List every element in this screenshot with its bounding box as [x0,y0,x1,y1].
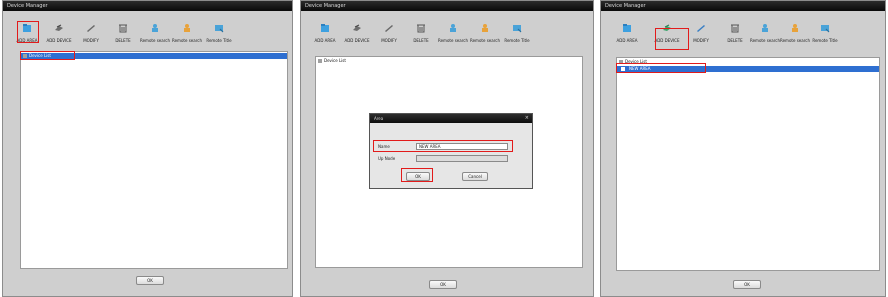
delete-button[interactable]: DELETE [407,23,435,49]
remote-title-icon [821,25,830,33]
remote-search-label: Remote search [172,38,202,43]
remote-search-icon [152,24,158,32]
up-node-field[interactable] [416,155,508,162]
ok-button[interactable]: OK [733,280,761,289]
add-device-highlight [655,28,689,50]
modify-label: MODIFY [83,38,99,43]
dialog-titlebar: Area [370,114,532,123]
toolbar: ADD AREA ADD DEVICE MODIFY DELETE Remote… [311,23,587,49]
delete-button[interactable]: DELETE [109,23,137,49]
add-device-button[interactable]: ADD DEVICE [343,23,371,49]
remote-search-button-1[interactable]: Remote search [438,23,468,49]
ok-button[interactable]: OK [429,280,457,289]
remote-search-button-2[interactable]: Remote search [172,23,202,49]
delete-icon [731,24,739,33]
modify-icon [697,25,705,32]
add-device-button[interactable]: ADD DEVICE [45,23,73,49]
remote-search-icon [184,24,190,32]
close-icon[interactable]: × [525,114,529,123]
remote-title-label: Remote Title [206,38,232,43]
up-node-label: Up Node [378,156,396,161]
remote-title-label: Remote Title [504,38,530,43]
window-titlebar: Device Manager [601,1,885,11]
remote-search-button-2[interactable]: Remote search [470,23,500,49]
remote-search-button-2[interactable]: Remote search [780,23,810,49]
delete-label: DELETE [115,38,131,43]
add-area-icon [321,24,329,32]
new-area-highlight [616,63,706,73]
dialog-cancel-button[interactable]: Cancel [462,172,488,181]
modify-icon [385,25,393,32]
remote-search-label: Remote search [470,38,500,43]
remote-title-button[interactable]: Remote Title [205,23,233,49]
modify-button[interactable]: MODIFY [375,23,403,49]
tree-folder-icon [318,59,322,63]
remote-search-icon [792,24,798,32]
remote-title-icon [215,25,224,33]
toolbar: ADD AREA ADD DEVICE MODIFY DELETE Remote… [13,23,286,49]
window-titlebar: Device Manager [3,1,292,11]
modify-label: MODIFY [381,38,397,43]
modify-button[interactable]: MODIFY [687,23,715,49]
delete-icon [417,24,425,33]
device-tree[interactable]: Device List NEW AREA [616,57,880,271]
remote-title-icon [513,25,522,33]
toolbar: ADD AREA ADD DEVICE MODIFY DELETE Remote… [611,23,879,49]
add-area-label: ADD AREA [314,38,336,43]
remote-search-button-1[interactable]: Remote search [140,23,170,49]
remote-title-button[interactable]: Remote Title [503,23,531,49]
device-manager-window-1: Device Manager ADD AREA ADD DEVICE MODIF… [2,0,293,297]
remote-title-button[interactable]: Remote Title [811,23,839,49]
name-field-highlight [373,140,513,152]
add-area-icon [623,24,631,32]
delete-button[interactable]: DELETE [721,23,749,49]
add-area-label: ADD AREA [616,38,638,43]
remote-search-icon [450,24,456,32]
window-titlebar: Device Manager [301,1,593,11]
delete-label: DELETE [413,38,429,43]
tree-item-label: Device List [324,58,346,63]
remote-search-icon [482,24,488,32]
device-list-highlight [20,51,75,60]
device-manager-window-2: Device Manager ADD AREA ADD DEVICE MODIF… [300,0,594,297]
add-area-highlight [17,21,39,43]
device-tree[interactable]: Device List [20,51,288,269]
modify-icon [87,25,95,32]
ok-button[interactable]: OK [136,276,164,285]
add-device-icon [55,24,63,31]
delete-icon [119,24,127,33]
remote-title-label: Remote Title [812,38,838,43]
modify-button[interactable]: MODIFY [77,23,105,49]
add-device-icon [353,24,361,31]
device-manager-window-3: Device Manager ADD AREA ADD DEVICE MODIF… [600,0,886,297]
add-area-button[interactable]: ADD AREA [613,23,641,49]
dialog-ok-highlight [401,168,433,182]
remote-search-label: Remote search [140,38,170,43]
add-area-button[interactable]: ADD AREA [311,23,339,49]
remote-search-icon [762,24,768,32]
add-device-label: ADD DEVICE [46,38,72,43]
remote-search-label: Remote search [438,38,468,43]
add-device-label: ADD DEVICE [344,38,370,43]
remote-search-button-1[interactable]: Remote search [750,23,780,49]
tree-item-device-list[interactable]: Device List [316,58,582,64]
